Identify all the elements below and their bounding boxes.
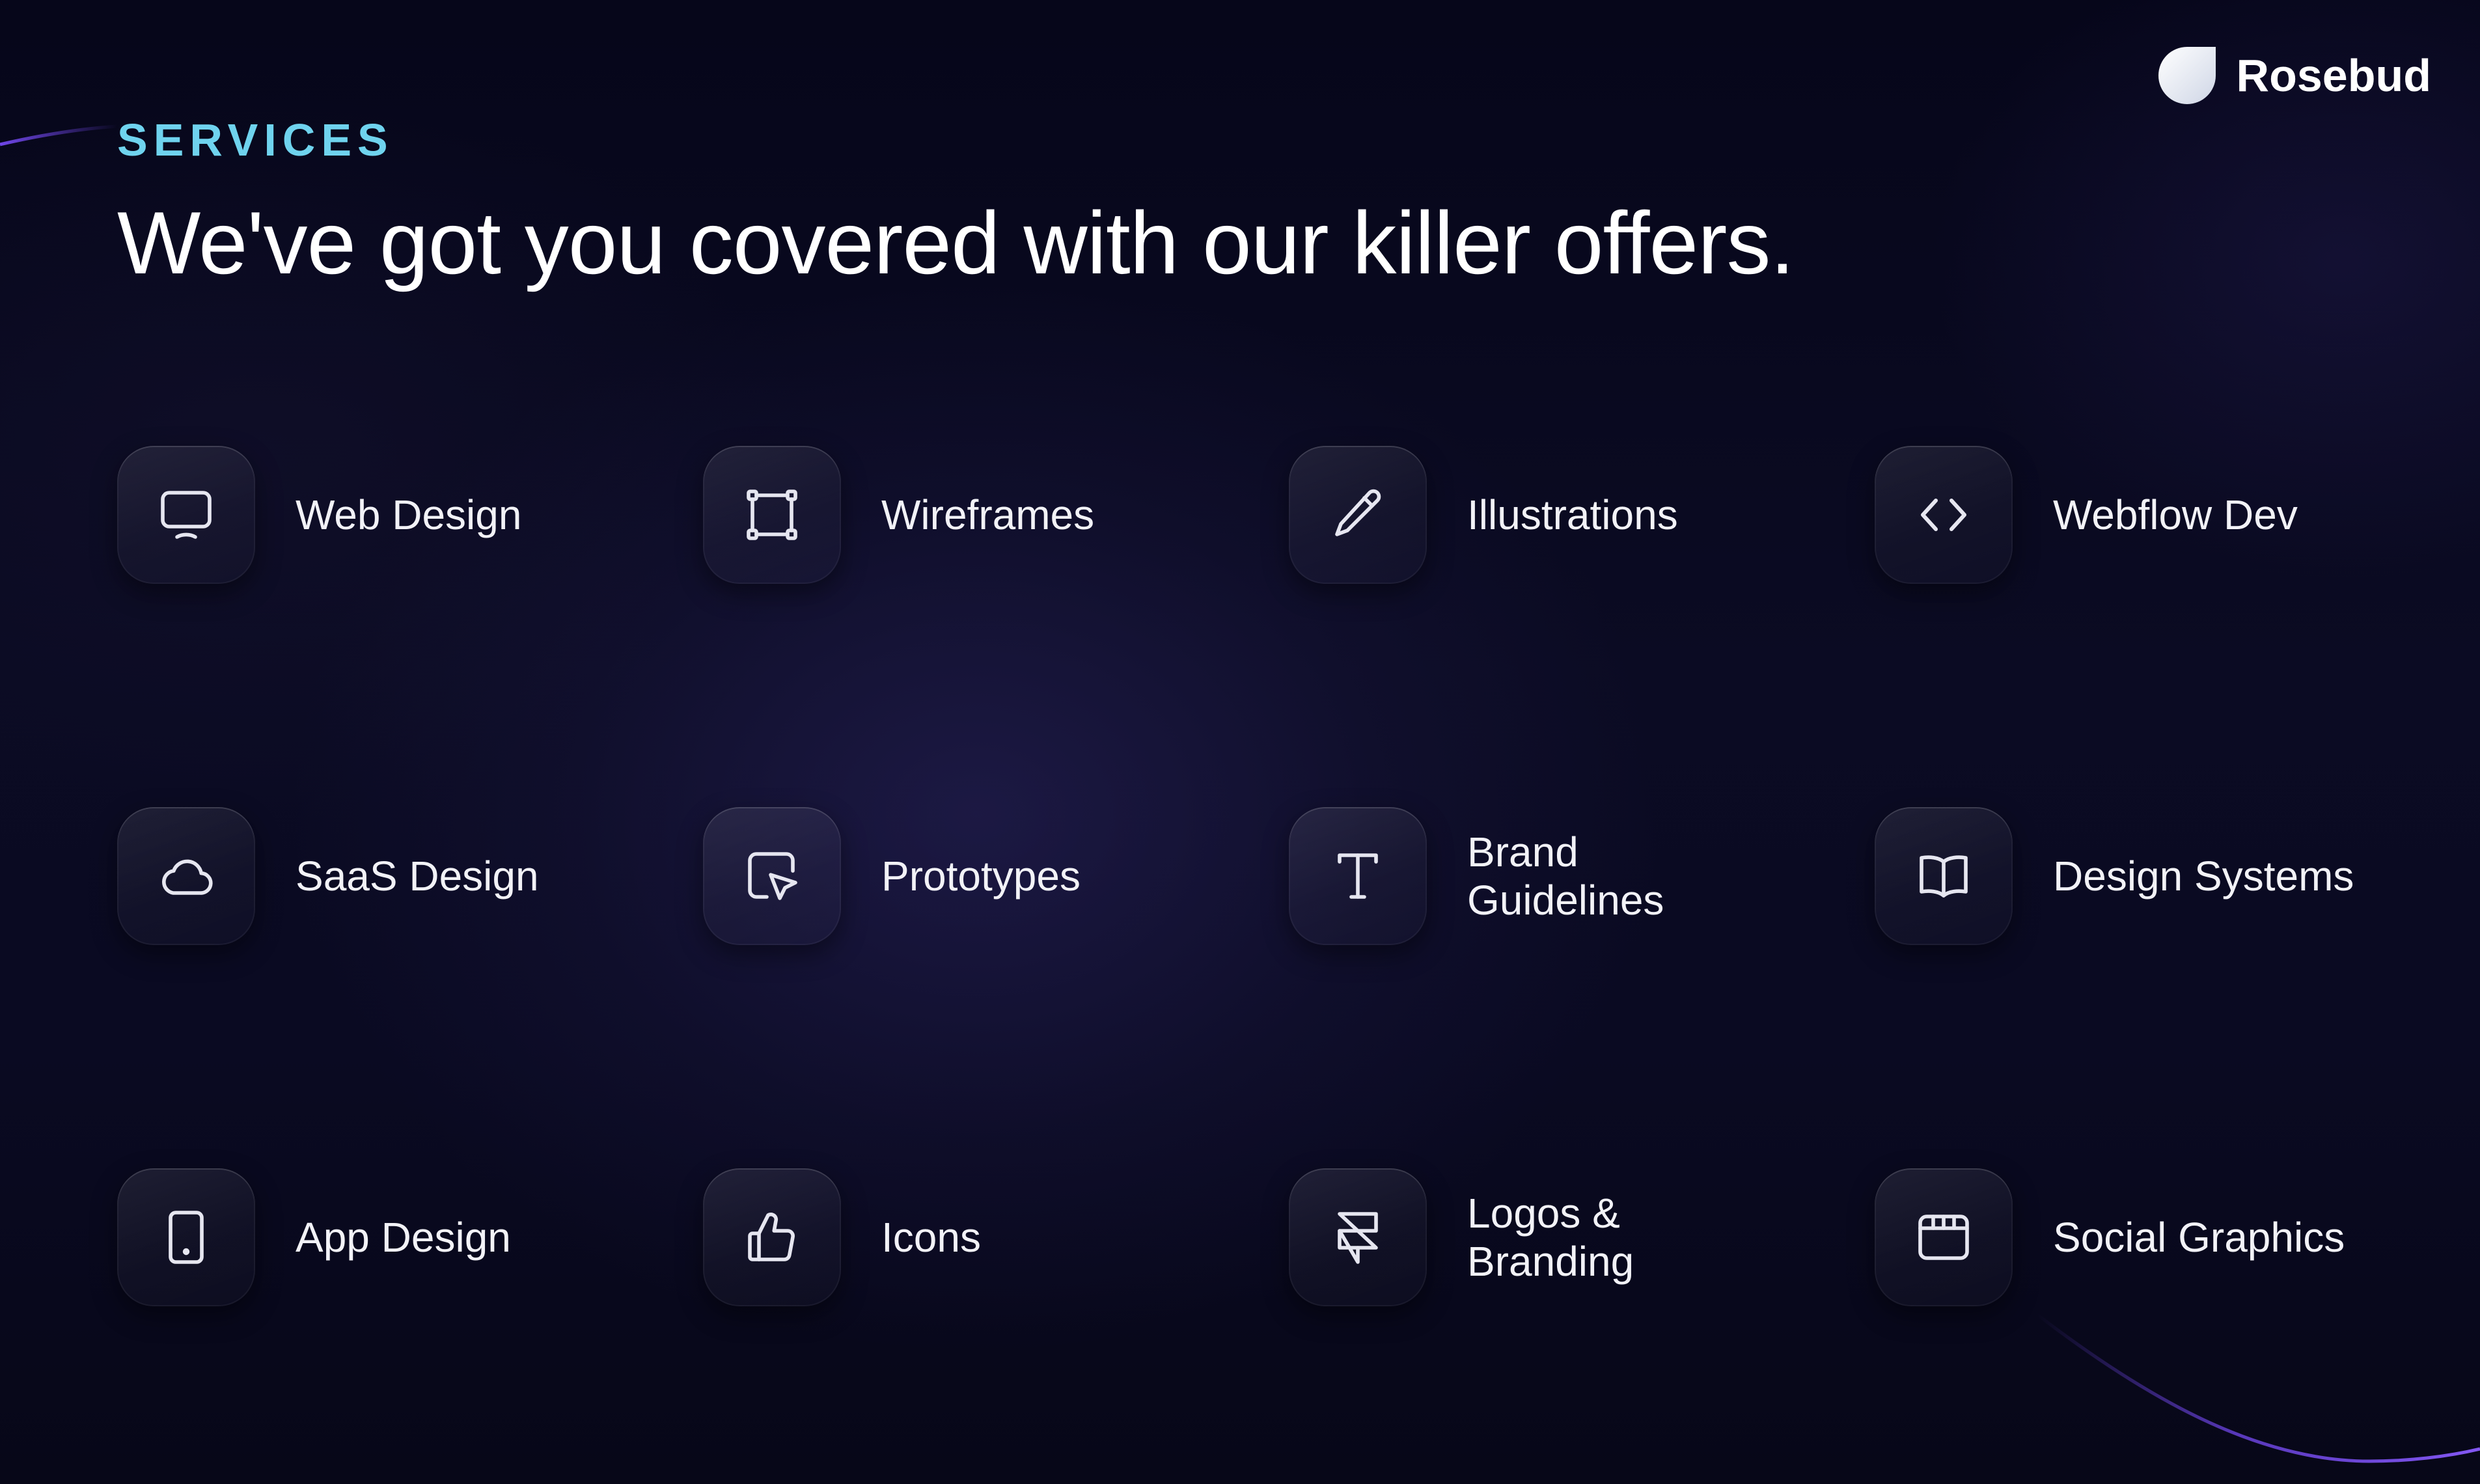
service-illustrations[interactable]: Illustrations [1289,445,1875,585]
service-wireframes[interactable]: Wireframes [703,445,1289,585]
service-logos-branding[interactable]: Logos & Branding [1289,1167,1875,1308]
service-label: Logos & Branding [1467,1189,1634,1285]
rosebud-logo-icon [2158,47,2216,104]
service-saas-design[interactable]: SaaS Design [117,806,703,946]
service-label: Design Systems [2053,852,2354,900]
service-design-systems[interactable]: Design Systems [1875,806,2460,946]
service-label: Web Design [296,491,522,538]
service-label: Brand Guidelines [1467,828,1664,924]
service-label: Icons [881,1213,981,1261]
brand-name: Rosebud [2236,50,2431,101]
service-label: Webflow Dev [2053,491,2298,538]
service-label: Social Graphics [2053,1213,2345,1261]
framer-logo-icon [1289,1168,1427,1306]
code-brackets-icon [1875,446,2013,584]
service-label: App Design [296,1213,511,1261]
top-left-curve [0,124,118,146]
book-open-icon [1875,807,2013,945]
tablet-icon [117,1168,255,1306]
service-web-design[interactable]: Web Design [117,445,703,585]
services-grid: Web Design Wireframes Illustrations Webf… [117,445,2473,1308]
monitor-icon [117,446,255,584]
service-webflow-dev[interactable]: Webflow Dev [1875,445,2460,585]
service-brand-guidelines[interactable]: Brand Guidelines [1289,806,1875,946]
browser-window-icon [1875,1168,2013,1306]
cursor-click-icon [703,807,841,945]
service-prototypes[interactable]: Prototypes [703,806,1289,946]
cloud-icon [117,807,255,945]
service-app-design[interactable]: App Design [117,1167,703,1308]
service-icons[interactable]: Icons [703,1167,1289,1308]
pencil-icon [1289,446,1427,584]
bottom-right-curve [2036,1313,2480,1463]
frame-select-icon [703,446,841,584]
service-label: Wireframes [881,491,1095,538]
service-label: Illustrations [1467,491,1678,538]
page-title: We've got you covered with our killer of… [117,193,1795,292]
section-eyebrow: SERVICES [117,115,394,165]
service-label: Prototypes [881,852,1081,900]
thumbs-up-icon [703,1168,841,1306]
service-label: SaaS Design [296,852,539,900]
type-letter-icon [1289,807,1427,945]
brand[interactable]: Rosebud [2157,46,2431,105]
service-social-graphics[interactable]: Social Graphics [1875,1167,2460,1308]
